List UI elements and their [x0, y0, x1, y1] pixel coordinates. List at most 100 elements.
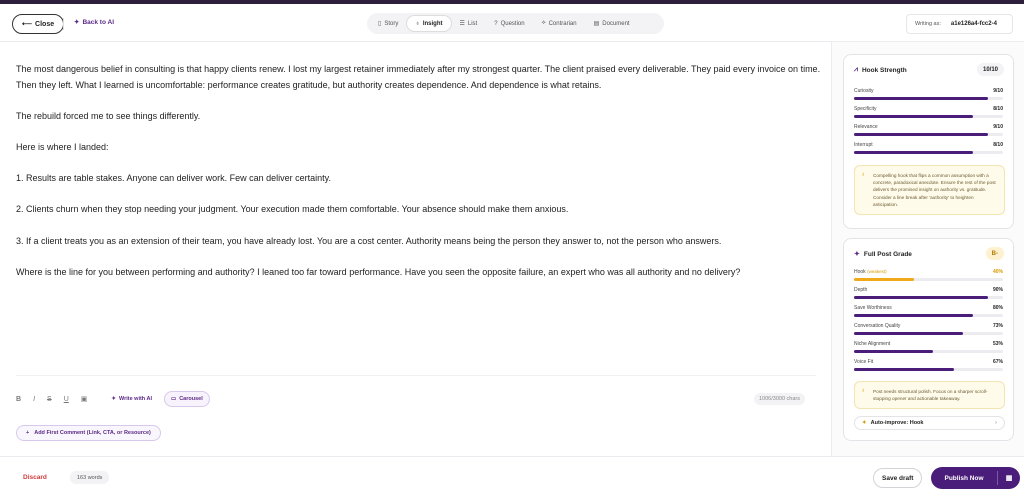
metric-row: Interrupt 8/10	[854, 142, 1003, 154]
writing-as-label: Writing as:	[915, 21, 941, 27]
back-to-ai-label: Back to AI	[82, 18, 114, 26]
metric-value: 9/10	[993, 88, 1003, 94]
metric-label: Relevance	[854, 124, 878, 130]
metric-bar	[854, 332, 1003, 335]
metric-label: Specificity	[854, 106, 877, 112]
save-draft-button[interactable]: Save draft	[873, 468, 923, 488]
metric-bar-fill	[854, 115, 974, 118]
metric-bar	[854, 151, 1003, 154]
metric-value: 73%	[992, 323, 1003, 329]
auto-improve-button[interactable]: ✦ Auto-improve: Hook ›	[854, 416, 1005, 430]
back-to-ai-button[interactable]: ✦ Back to AI	[74, 18, 114, 27]
underline-button[interactable]: U	[64, 396, 69, 403]
tab-label: Story	[384, 20, 399, 27]
editor-paragraph: The most dangerous belief in consulting …	[16, 64, 821, 90]
writing-as-value: a1e126a4-fcc2-4	[950, 21, 997, 27]
publish-now-button[interactable]: Publish Now ▦	[931, 467, 1020, 489]
bold-button[interactable]: B	[16, 396, 21, 403]
metric-bar	[854, 133, 1003, 136]
card-header: ⩘ Hook Strength	[854, 66, 907, 74]
metric-value: 40%	[992, 269, 1003, 275]
write-with-ai-button[interactable]: ✦ Write with AI	[105, 391, 158, 407]
card-header: ✦ Full Post Grade	[854, 250, 912, 259]
footer-bar: Discard 163 words Save draft Publish Now…	[0, 456, 1024, 498]
carousel-button[interactable]: ▭ Carousel	[163, 391, 210, 407]
add-first-comment-button[interactable]: + Add First Comment (Link, CTA, or Resou…	[16, 425, 161, 441]
sparkle-icon: ✦	[862, 420, 867, 426]
editor-paragraph: 3. If a client treats you as an extensio…	[16, 235, 722, 246]
flip-icon: ⟡	[541, 20, 546, 26]
add-comment-label: Add First Comment (Link, CTA, or Resourc…	[34, 430, 151, 436]
grade-feedback-text: Post needs structural polish. Focus on a…	[873, 389, 988, 402]
metric-label: Depth	[854, 287, 868, 293]
char-count: 1006/3000 chars	[754, 393, 805, 405]
hook-feedback-note: ♁ Compelling hook that flips a common as…	[854, 165, 1005, 216]
strikethrough-button[interactable]: S	[47, 396, 52, 403]
question-icon: ?	[494, 20, 498, 27]
metric-label: Curiosity	[854, 88, 874, 94]
metric-row: Voice Fit 67%	[854, 359, 1003, 371]
metric-bar	[854, 368, 1003, 371]
metric-bar	[854, 296, 1003, 299]
editor-paragraph: Here is where I landed:	[16, 141, 109, 152]
post-editor[interactable]: The most dangerous belief in consulting …	[16, 62, 821, 296]
header-divider	[63, 18, 64, 30]
grade-feedback-note: ♁ Post needs structural polish. Focus on…	[854, 381, 1005, 410]
editor-paragraph: Where is the line for you between perfor…	[16, 266, 741, 277]
metric-bar	[854, 115, 1003, 118]
metric-bar-fill	[854, 133, 989, 136]
trend-icon: ⩘	[854, 66, 858, 73]
metric-value: 8/10	[993, 106, 1003, 112]
sparkle-icon: ✦	[74, 19, 80, 26]
image-icon[interactable]: ▣	[81, 395, 88, 403]
tab-document[interactable]: ▤ Document	[586, 16, 638, 31]
metric-bar-fill	[854, 350, 933, 353]
metric-bar-fill	[854, 278, 914, 281]
italic-button[interactable]: I	[33, 396, 35, 403]
list-icon: ☰	[459, 21, 465, 27]
hook-strength-title: Hook Strength	[861, 66, 907, 74]
close-label: Close	[35, 20, 55, 28]
tab-list[interactable]: ☰ List	[452, 16, 486, 31]
metric-row: Curiosity 9/10	[854, 88, 1003, 100]
editor-paragraph: The rebuild forced me to see things diff…	[16, 110, 201, 121]
metric-row: Depth 90%	[854, 287, 1003, 299]
post-grade-card: ✦ Full Post Grade B- Hook (weakest) 40% D…	[843, 238, 1014, 441]
tab-contrarian[interactable]: ⟡ Contrarian	[534, 16, 585, 31]
post-grade-title: Full Post Grade	[863, 250, 912, 258]
metric-value: 80%	[992, 305, 1003, 311]
metric-bar	[854, 350, 1003, 353]
metric-label: Niche Alignment	[854, 341, 891, 347]
metric-row: Conversation Quality 73%	[854, 323, 1003, 335]
tab-question[interactable]: ? Question	[486, 16, 532, 31]
hook-strength-card: ⩘ Hook Strength 10/10 Curiosity 9/10 Spec…	[843, 54, 1014, 229]
publish-label: Publish Now	[944, 474, 984, 482]
editor-paragraph: 1. Results are table stakes. Anyone can …	[16, 173, 331, 184]
metric-row: Relevance 9/10	[854, 124, 1003, 136]
discard-button[interactable]: Discard	[23, 474, 47, 481]
hook-score-badge: 10/10	[976, 63, 1004, 76]
metric-row: Niche Alignment 53%	[854, 341, 1003, 353]
writing-as-select[interactable]: Writing as: a1e126a4-fcc2-4	[906, 14, 1013, 34]
metric-bar	[854, 97, 1003, 100]
tab-insight[interactable]: ♁ Insight	[407, 16, 451, 31]
format-toolbar: B I S U ▣ ✦ Write with AI ▭ Carousel	[16, 390, 816, 408]
close-button[interactable]: ⟵ Close	[12, 14, 65, 34]
grade-badge: B-	[985, 247, 1004, 260]
metric-label: Hook	[854, 269, 866, 275]
tab-story[interactable]: ▯ Story	[370, 16, 406, 31]
metric-bar-fill	[854, 296, 989, 299]
write-with-ai-label: Write with AI	[118, 396, 152, 402]
lightbulb-icon: ♁	[861, 388, 866, 394]
tab-label: Question	[500, 20, 525, 27]
metric-bar-fill	[854, 332, 963, 335]
metric-value: 9/10	[993, 124, 1003, 130]
metric-value: 8/10	[993, 142, 1003, 148]
metric-row: Hook (weakest) 40%	[854, 269, 1003, 281]
chevron-right-icon: ›	[995, 420, 997, 426]
carousel-label: Carousel	[179, 396, 203, 402]
calendar-icon[interactable]: ▦	[998, 474, 1020, 482]
hook-feedback-text: Compelling hook that flips a common assu…	[873, 173, 996, 207]
metric-value: 53%	[992, 341, 1003, 347]
post-type-tabs: ▯ Story ♁ Insight ☰ List ? Question ⟡ Co…	[367, 13, 664, 34]
